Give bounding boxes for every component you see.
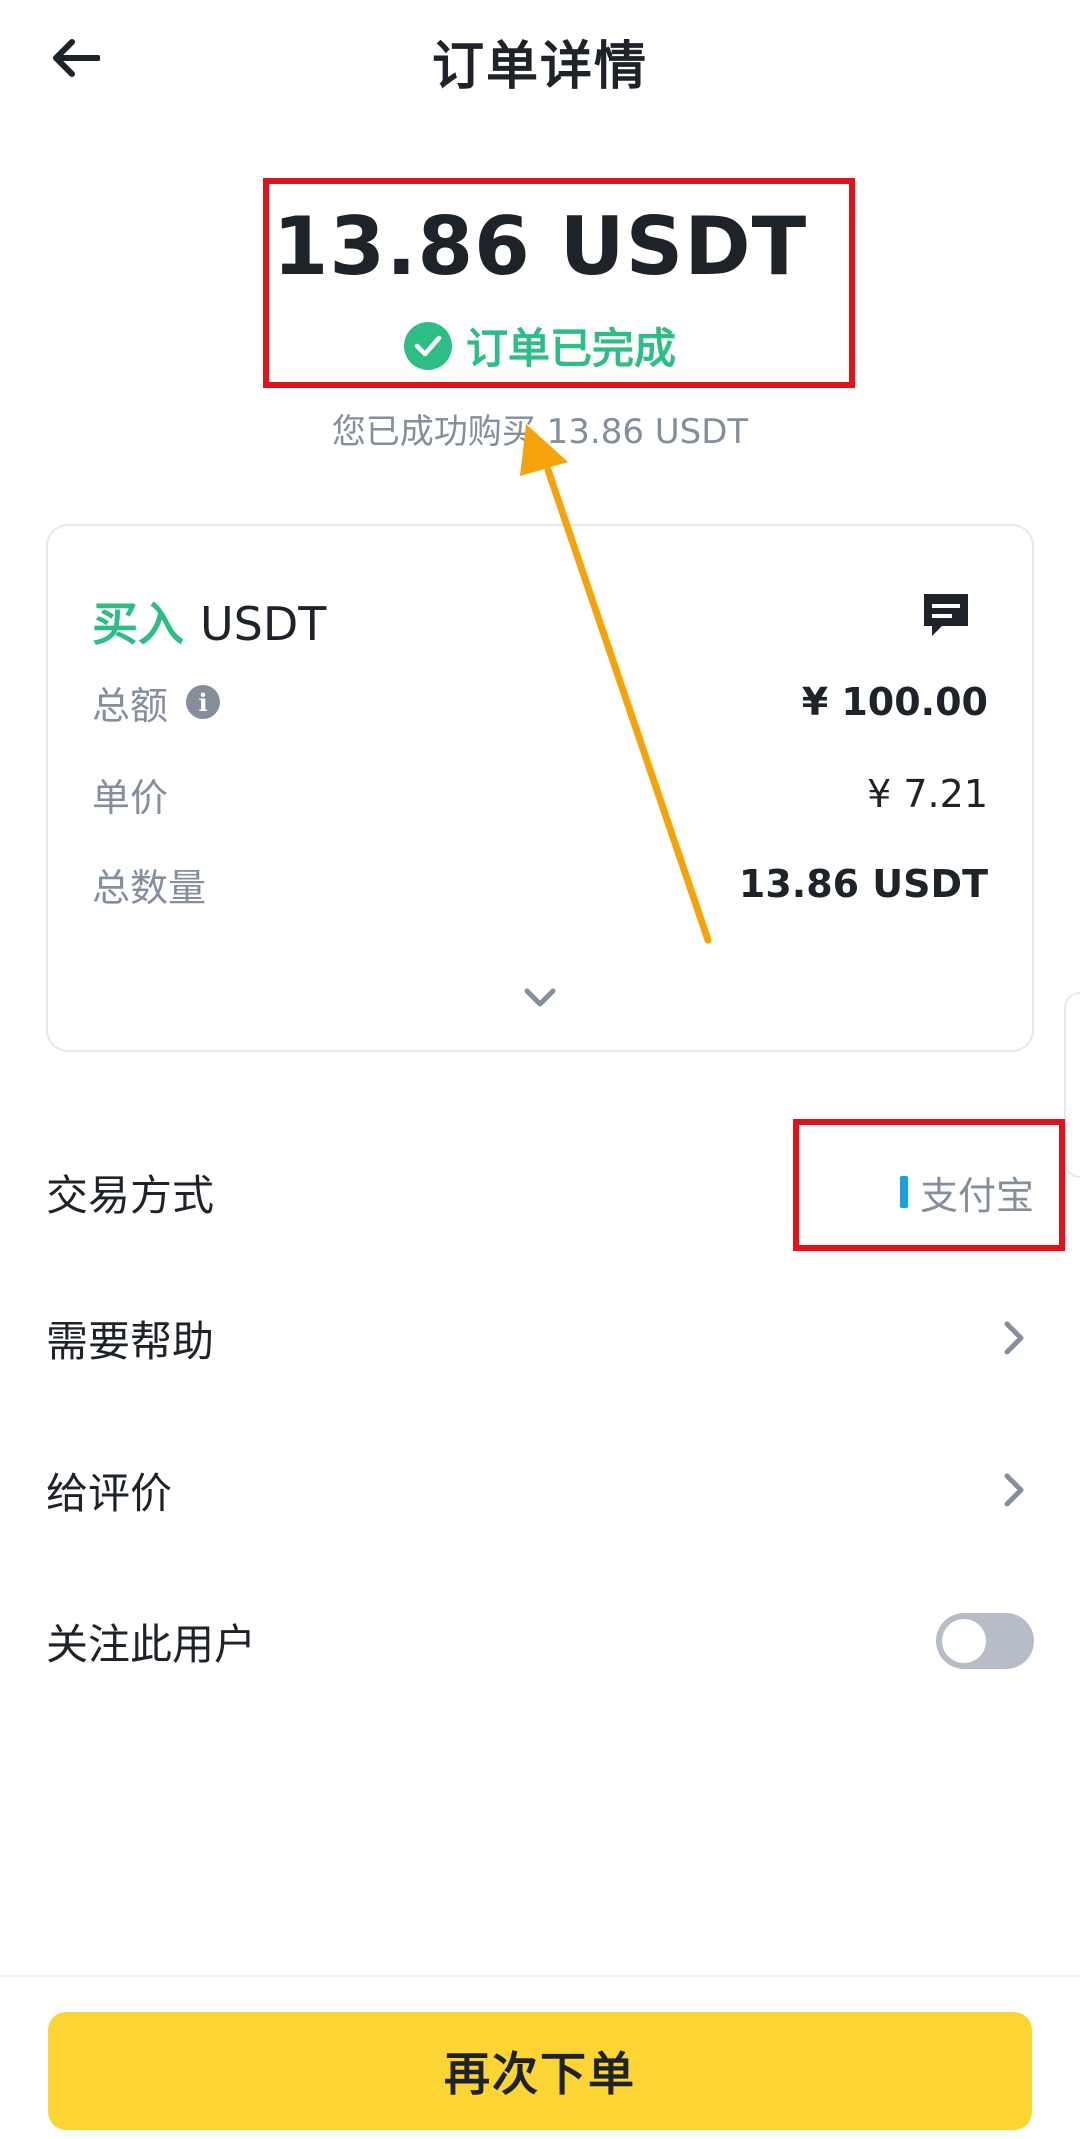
purchase-success-message: 您已成功购买 13.86 USDT bbox=[331, 412, 749, 452]
follow-user-row: 关注此用户 bbox=[46, 1601, 1034, 1681]
help-row[interactable]: 需要帮助 bbox=[46, 1298, 1034, 1378]
trade-asset: USDT bbox=[200, 597, 327, 651]
chevron-right-icon bbox=[994, 1470, 1034, 1510]
check-circle-icon bbox=[403, 321, 452, 370]
total-amount-value: ¥ 100.00 bbox=[801, 680, 988, 724]
payment-method-row: 交易方式 支付宝 bbox=[46, 1152, 1034, 1232]
page-title: 订单详情 bbox=[431, 37, 648, 97]
total-amount-row: 总额 i ¥ 100.00 bbox=[92, 672, 988, 732]
follow-user-toggle[interactable] bbox=[936, 1613, 1034, 1669]
expand-button[interactable] bbox=[516, 978, 564, 1018]
chevron-right-icon bbox=[994, 1318, 1034, 1358]
order-info-card: 买入 USDT 总额 i ¥ 100.00 单价 ¥ 7.21 总数量 13.86… bbox=[46, 524, 1034, 1052]
payment-method-label: 交易方式 bbox=[46, 1170, 215, 1220]
order-status: 订单已完成 bbox=[0, 315, 1080, 376]
order-status-label: 订单已完成 bbox=[465, 324, 676, 373]
total-quantity-label: 总数量 bbox=[92, 865, 207, 910]
reorder-button[interactable]: 再次下单 bbox=[48, 2012, 1032, 2130]
total-amount-label: 总额 bbox=[92, 683, 169, 728]
total-quantity-row: 总数量 13.86 USDT bbox=[92, 854, 988, 914]
alipay-color-bar bbox=[899, 1176, 908, 1208]
chat-icon[interactable] bbox=[920, 590, 972, 642]
payment-method-name: 支付宝 bbox=[919, 1173, 1034, 1218]
review-row[interactable]: 给评价 bbox=[46, 1450, 1034, 1530]
help-label: 需要帮助 bbox=[46, 1316, 215, 1366]
follow-user-label: 关注此用户 bbox=[46, 1619, 257, 1669]
total-quantity-value: 13.86 USDT bbox=[738, 862, 988, 906]
footer-divider bbox=[0, 1975, 1080, 1977]
review-label: 给评价 bbox=[46, 1468, 173, 1518]
chevron-down-icon bbox=[524, 988, 556, 1007]
order-detail-page: 订单详情 13.86 USDT 订单已完成 您已成功购买 13.86 USDT … bbox=[0, 0, 1080, 2139]
unit-price-value: ¥ 7.21 bbox=[867, 772, 988, 816]
payment-method-value: 支付宝 bbox=[899, 1165, 1034, 1220]
unit-price-row: 单价 ¥ 7.21 bbox=[92, 764, 988, 824]
info-icon[interactable]: i bbox=[186, 685, 221, 719]
side-edge-tab[interactable] bbox=[1064, 992, 1080, 1178]
order-amount: 13.86 USDT bbox=[272, 200, 808, 293]
toggle-knob bbox=[942, 1619, 986, 1663]
trade-side-label: 买入 bbox=[92, 597, 184, 651]
unit-price-label: 单价 bbox=[92, 775, 169, 820]
card-heading: 买入 USDT bbox=[92, 588, 326, 654]
